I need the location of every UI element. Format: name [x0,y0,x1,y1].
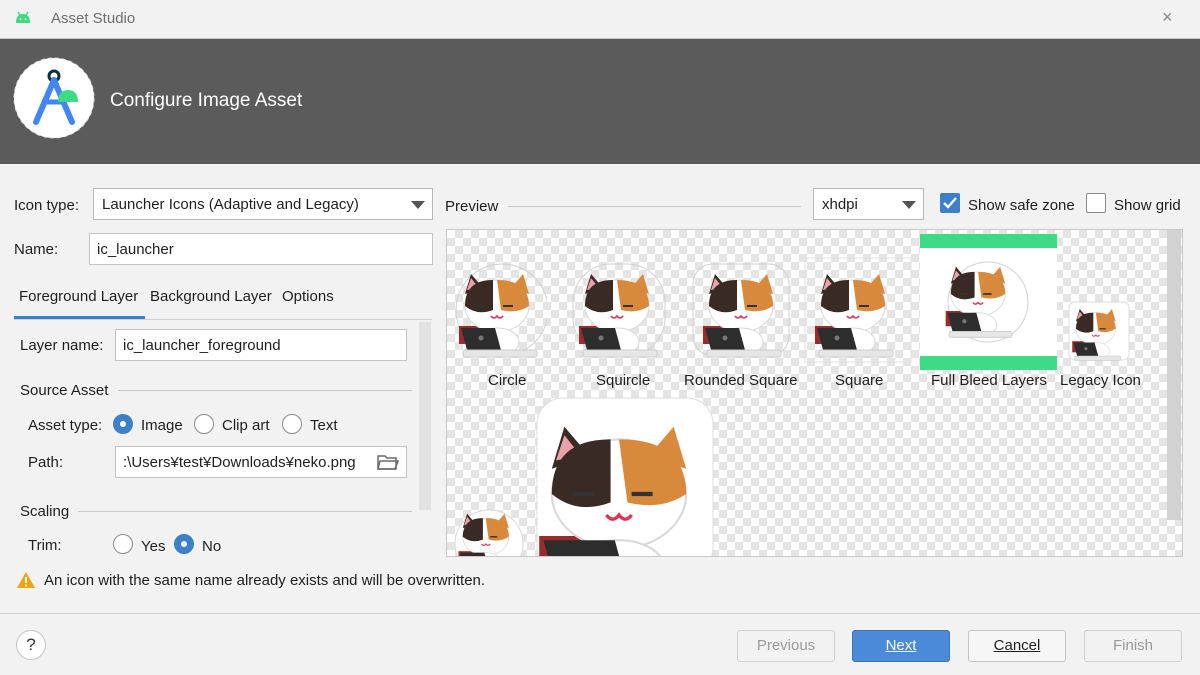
tab-options[interactable]: Options [282,288,334,305]
circle-icon-preview [455,263,547,358]
asset-type-clipart-label[interactable]: Clip art [222,417,270,434]
icon-type-select[interactable]: Launcher Icons (Adaptive and Legacy) [93,188,433,220]
page-title: Configure Image Asset [110,90,303,111]
check-icon [943,197,957,209]
previous-button[interactable]: Previous [737,630,835,662]
asset-type-label: Asset type: [28,417,103,434]
tab-divider [14,319,432,320]
preview-canvas [446,229,1183,557]
android-studio-logo-icon [13,57,95,139]
wizard-header: Configure Image Asset [0,39,1200,164]
preview-label: Preview [445,198,499,215]
finish-button[interactable]: Finish [1084,630,1182,662]
window-title: Asset Studio [51,10,136,27]
warning-message: An icon with the same name already exist… [44,572,486,589]
source-asset-heading: Source Asset [20,382,109,399]
chevron-down-icon [411,201,425,209]
path-label: Path: [28,454,64,471]
rounded-square-icon-preview [692,263,790,358]
caption-square: Square [835,372,884,389]
tab-foreground-layer[interactable]: Foreground Layer [19,288,138,305]
name-field[interactable]: ic_launcher [89,233,433,265]
preview-scrollbar[interactable] [1167,230,1181,520]
scaling-heading: Scaling [20,503,70,520]
android-icon [16,11,30,23]
show-grid-label[interactable]: Show grid [1114,197,1181,214]
asset-type-clipart-radio[interactable] [194,414,214,434]
window-titlebar: Asset Studio × [0,0,1200,39]
next-button[interactable]: Next [852,630,950,662]
small-icon-preview [454,509,524,556]
trim-no-radio[interactable] [174,534,194,554]
warning-icon [17,572,35,588]
layer-name-field[interactable]: ic_launcher_foreground [115,329,407,361]
trim-no-label[interactable]: No [202,538,221,555]
full-bleed-layers-icon-preview [920,234,1057,370]
show-grid-checkbox[interactable] [1086,193,1106,213]
name-label: Name: [14,241,59,258]
help-button[interactable]: ? [16,630,46,660]
tab-background-layer[interactable]: Background Layer [150,288,272,305]
path-field[interactable]: :\Users¥test¥Downloads¥neko.png [115,446,407,478]
form-scrollbar[interactable] [419,322,431,510]
asset-type-image-radio[interactable] [113,414,133,434]
legacy-icon-preview [1068,301,1130,362]
caption-circle: Circle [488,372,527,389]
density-value: xhdpi [822,196,858,213]
preview-divider [508,206,801,207]
trim-yes-label[interactable]: Yes [141,538,165,555]
caption-rounded-square: Rounded Square [684,372,798,389]
square-icon-preview [804,257,912,363]
caption-squircle: Squircle [596,372,651,389]
section-divider [78,511,412,512]
tab-selected-indicator [14,316,145,319]
density-select[interactable]: xhdpi [813,188,924,220]
show-safe-zone-checkbox[interactable] [940,193,960,213]
asset-type-text-label[interactable]: Text [310,417,338,434]
caption-full-bleed-layers: Full Bleed Layers [931,372,1047,389]
asset-type-text-radio[interactable] [282,414,302,434]
layer-name-label: Layer name: [20,337,104,354]
trim-yes-radio[interactable] [113,534,133,554]
chevron-down-icon [902,201,916,209]
close-icon[interactable]: × [1162,7,1173,28]
trim-label: Trim: [28,537,62,554]
large-icon-preview [536,397,714,556]
squircle-icon-preview [572,263,666,358]
folder-icon[interactable] [377,453,399,471]
section-divider [118,390,412,391]
asset-type-image-label[interactable]: Image [141,417,183,434]
caption-legacy-icon: Legacy Icon [1060,372,1141,389]
icon-type-label: Icon type: [14,197,80,214]
cancel-button[interactable]: Cancel [968,630,1066,662]
icon-type-value: Launcher Icons (Adaptive and Legacy) [102,196,359,213]
footer-divider [0,613,1200,614]
show-safe-zone-label[interactable]: Show safe zone [968,197,1075,214]
